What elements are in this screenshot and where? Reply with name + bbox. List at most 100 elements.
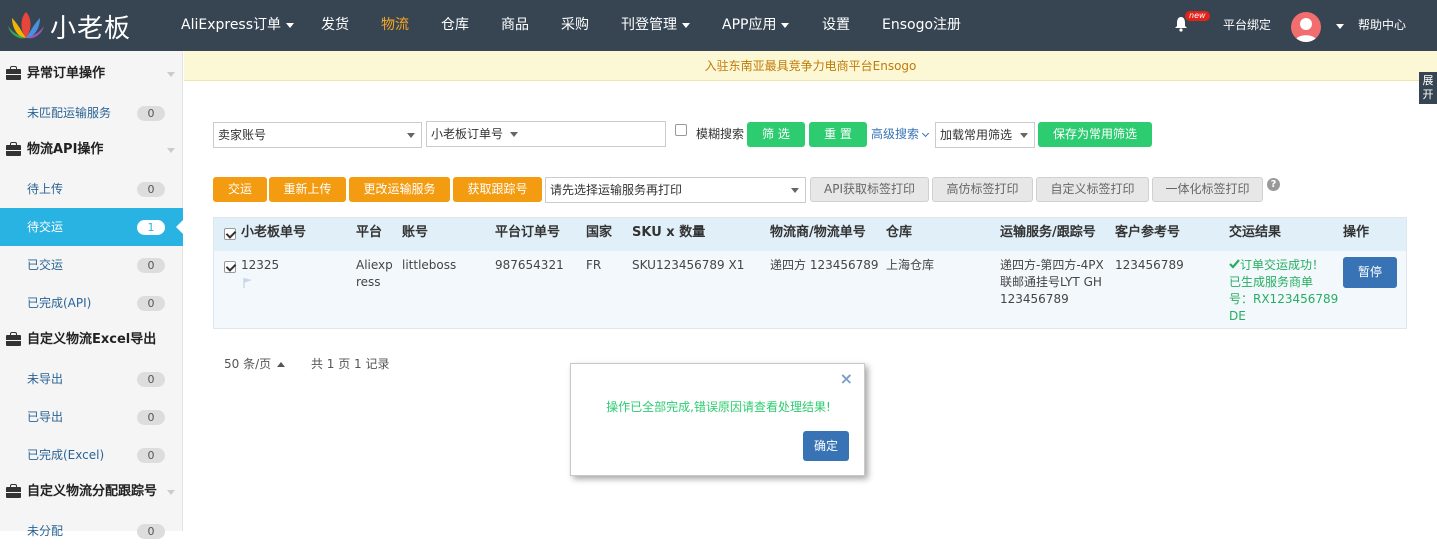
order-no-type-dropdown[interactable]: 小老板订单号 — [431, 122, 519, 146]
close-icon[interactable]: × — [840, 369, 853, 388]
help-icon[interactable]: ? — [1267, 178, 1280, 191]
common-filter-select[interactable]: 加载常用筛选 — [935, 122, 1035, 148]
count-badge: 0 — [137, 258, 165, 273]
fuzzy-search-label: 模糊搜索 — [696, 127, 745, 141]
sidebar-item-to-ship[interactable]: 待交运 1 — [0, 208, 184, 246]
nav-item-shipping[interactable]: 发货 — [321, 0, 349, 51]
sidebar-section-excel-export[interactable]: 自定义物流Excel导出 — [0, 322, 183, 358]
chevron-down-icon[interactable] — [1336, 24, 1344, 29]
chevron-down-icon — [167, 490, 175, 495]
advanced-search-link[interactable]: 高级搜索 — [871, 125, 930, 142]
chevron-up-icon — [277, 362, 286, 367]
col-header-platform: 平台 — [356, 225, 383, 240]
briefcase-icon — [6, 66, 21, 80]
sidebar-section-tracking-assign[interactable]: 自定义物流分配跟踪号 — [0, 474, 183, 510]
ok-button[interactable]: 确定 — [803, 431, 849, 461]
row-checkbox[interactable] — [224, 261, 236, 273]
app-logo[interactable]: 小老板 — [6, 8, 131, 44]
order-search-group: 小老板订单号 — [426, 121, 666, 147]
chevron-down-icon — [791, 188, 799, 193]
pause-button[interactable]: 暂停 — [1343, 257, 1397, 288]
promo-banner[interactable]: 入驻东南亚最具竞争力电商平台Ensogo — [184, 51, 1437, 81]
table-header: 小老板单号 平台 账号 平台订单号 国家 SKU x 数量 物流商/物流单号 仓… — [214, 218, 1406, 251]
get-tracking-button[interactable]: 获取跟踪号 — [453, 177, 542, 202]
sidebar-item-completed-api[interactable]: 已完成(API) 0 — [0, 284, 183, 322]
user-icon — [1295, 18, 1317, 42]
chevron-down-icon — [921, 129, 930, 138]
help-center-link[interactable]: 帮助中心 — [1358, 0, 1406, 51]
sidebar-item-unassigned[interactable]: 未分配 0 — [0, 512, 183, 550]
cell-order-no[interactable]: 12325 — [241, 257, 279, 274]
col-header-account: 账号 — [402, 225, 429, 240]
expand-panel-tab[interactable]: 展开 — [1419, 72, 1437, 104]
nav-item-warehouse[interactable]: 仓库 — [441, 0, 469, 51]
reset-button[interactable]: 重 置 — [809, 122, 867, 147]
count-badge: 1 — [137, 220, 165, 235]
sidebar-item-completed-excel[interactable]: 已完成(Excel) 0 — [0, 436, 183, 474]
fuzzy-search-checkbox[interactable] — [675, 124, 687, 136]
select-all-checkbox[interactable] — [224, 228, 236, 240]
chevron-down-icon — [167, 72, 175, 77]
count-badge: 0 — [137, 182, 165, 197]
table-row: 12325 Aliexp ress littleboss 987654321 FR… — [214, 251, 1406, 328]
briefcase-icon — [6, 332, 21, 346]
sidebar-section-exception-orders[interactable]: 异常订单操作 — [0, 56, 183, 92]
nav-item-logistics[interactable]: 物流 — [381, 0, 409, 51]
check-icon — [1229, 259, 1240, 269]
filter-button[interactable]: 筛 选 — [747, 122, 805, 147]
sidebar-item-unmatched-service[interactable]: 未匹配运输服务 0 — [0, 94, 183, 132]
nav-item-products[interactable]: 商品 — [501, 0, 529, 51]
top-navbar: 小老板 AliExpress订单 发货 物流 仓库 商品 采购 刊登管理 APP… — [0, 0, 1437, 51]
user-avatar[interactable] — [1291, 12, 1321, 42]
cell-service-tracking: 递四方-第四方-4PX 联邮通挂号LYT GH 123456789 — [1000, 258, 1104, 306]
seller-account-select[interactable]: 卖家账号 — [213, 122, 422, 148]
nav-item-listing-management[interactable]: 刊登管理 — [621, 0, 690, 51]
briefcase-icon — [6, 484, 21, 498]
col-header-carrier: 物流商/物流单号 — [770, 225, 866, 240]
sidebar-item-shipped[interactable]: 已交运 0 — [0, 246, 183, 284]
chevron-down-icon — [781, 22, 790, 28]
nav-item-settings[interactable]: 设置 — [822, 0, 850, 51]
nav-item-app[interactable]: APP应用 — [722, 0, 790, 51]
flag-icon[interactable] — [242, 277, 254, 289]
chevron-down-icon — [167, 148, 175, 153]
hifi-label-print-button[interactable]: 高仿标签打印 — [932, 177, 1033, 202]
sidebar-section-logistics-api[interactable]: 物流API操作 — [0, 132, 183, 168]
change-service-button[interactable]: 更改运输服务 — [349, 177, 450, 202]
dialog-message: 操作已全部完成,错误原因请查看处理结果! — [606, 400, 831, 414]
col-header-warehouse: 仓库 — [886, 225, 913, 240]
count-badge: 0 — [137, 296, 165, 311]
cell-platform-order: 987654321 — [495, 258, 564, 272]
nav-item-ensogo-register[interactable]: Ensogo注册 — [882, 0, 961, 51]
print-service-select[interactable]: 请先选择运输服务再打印 — [545, 177, 806, 203]
chevron-down-icon — [1020, 133, 1028, 138]
cell-country: FR — [586, 258, 602, 272]
order-search-input[interactable] — [537, 124, 663, 144]
new-badge: new — [1185, 11, 1210, 21]
col-header-actions: 操作 — [1343, 225, 1370, 240]
integrated-label-print-button[interactable]: 一体化标签打印 — [1152, 177, 1263, 202]
reupload-button[interactable]: 重新上传 — [269, 177, 346, 202]
save-common-filter-button[interactable]: 保存为常用筛选 — [1038, 122, 1152, 147]
lotus-logo-icon — [8, 12, 44, 39]
custom-label-print-button[interactable]: 自定义标签打印 — [1036, 177, 1149, 202]
chevron-down-icon — [682, 22, 690, 28]
sidebar-item-to-upload[interactable]: 待上传 0 — [0, 170, 183, 208]
nav-item-aliexpress-orders[interactable]: AliExpress订单 — [181, 0, 295, 51]
cell-carrier: 递四方 123456789 — [770, 258, 879, 272]
col-header-ship-result: 交运结果 — [1229, 225, 1282, 240]
cell-platform: Aliexp ress — [356, 258, 393, 289]
api-label-print-button[interactable]: API获取标签打印 — [810, 177, 929, 202]
ship-button[interactable]: 交运 — [213, 177, 267, 202]
nav-item-purchasing[interactable]: 采购 — [561, 0, 589, 51]
count-badge: 0 — [137, 448, 165, 463]
platform-bind-link[interactable]: 平台绑定 — [1223, 0, 1271, 51]
per-page-select[interactable]: 50 条/页 — [224, 357, 286, 371]
orders-table: 小老板单号 平台 账号 平台订单号 国家 SKU x 数量 物流商/物流单号 仓… — [213, 217, 1407, 329]
pagination: 50 条/页 共 1 页 1 记录 — [224, 355, 390, 372]
cell-account: littleboss — [402, 258, 457, 272]
col-header-platform-order: 平台订单号 — [495, 225, 561, 240]
sidebar-item-not-exported[interactable]: 未导出 0 — [0, 360, 183, 398]
sidebar-item-exported[interactable]: 已导出 0 — [0, 398, 183, 436]
cell-customer-ref: 123456789 — [1115, 258, 1184, 272]
